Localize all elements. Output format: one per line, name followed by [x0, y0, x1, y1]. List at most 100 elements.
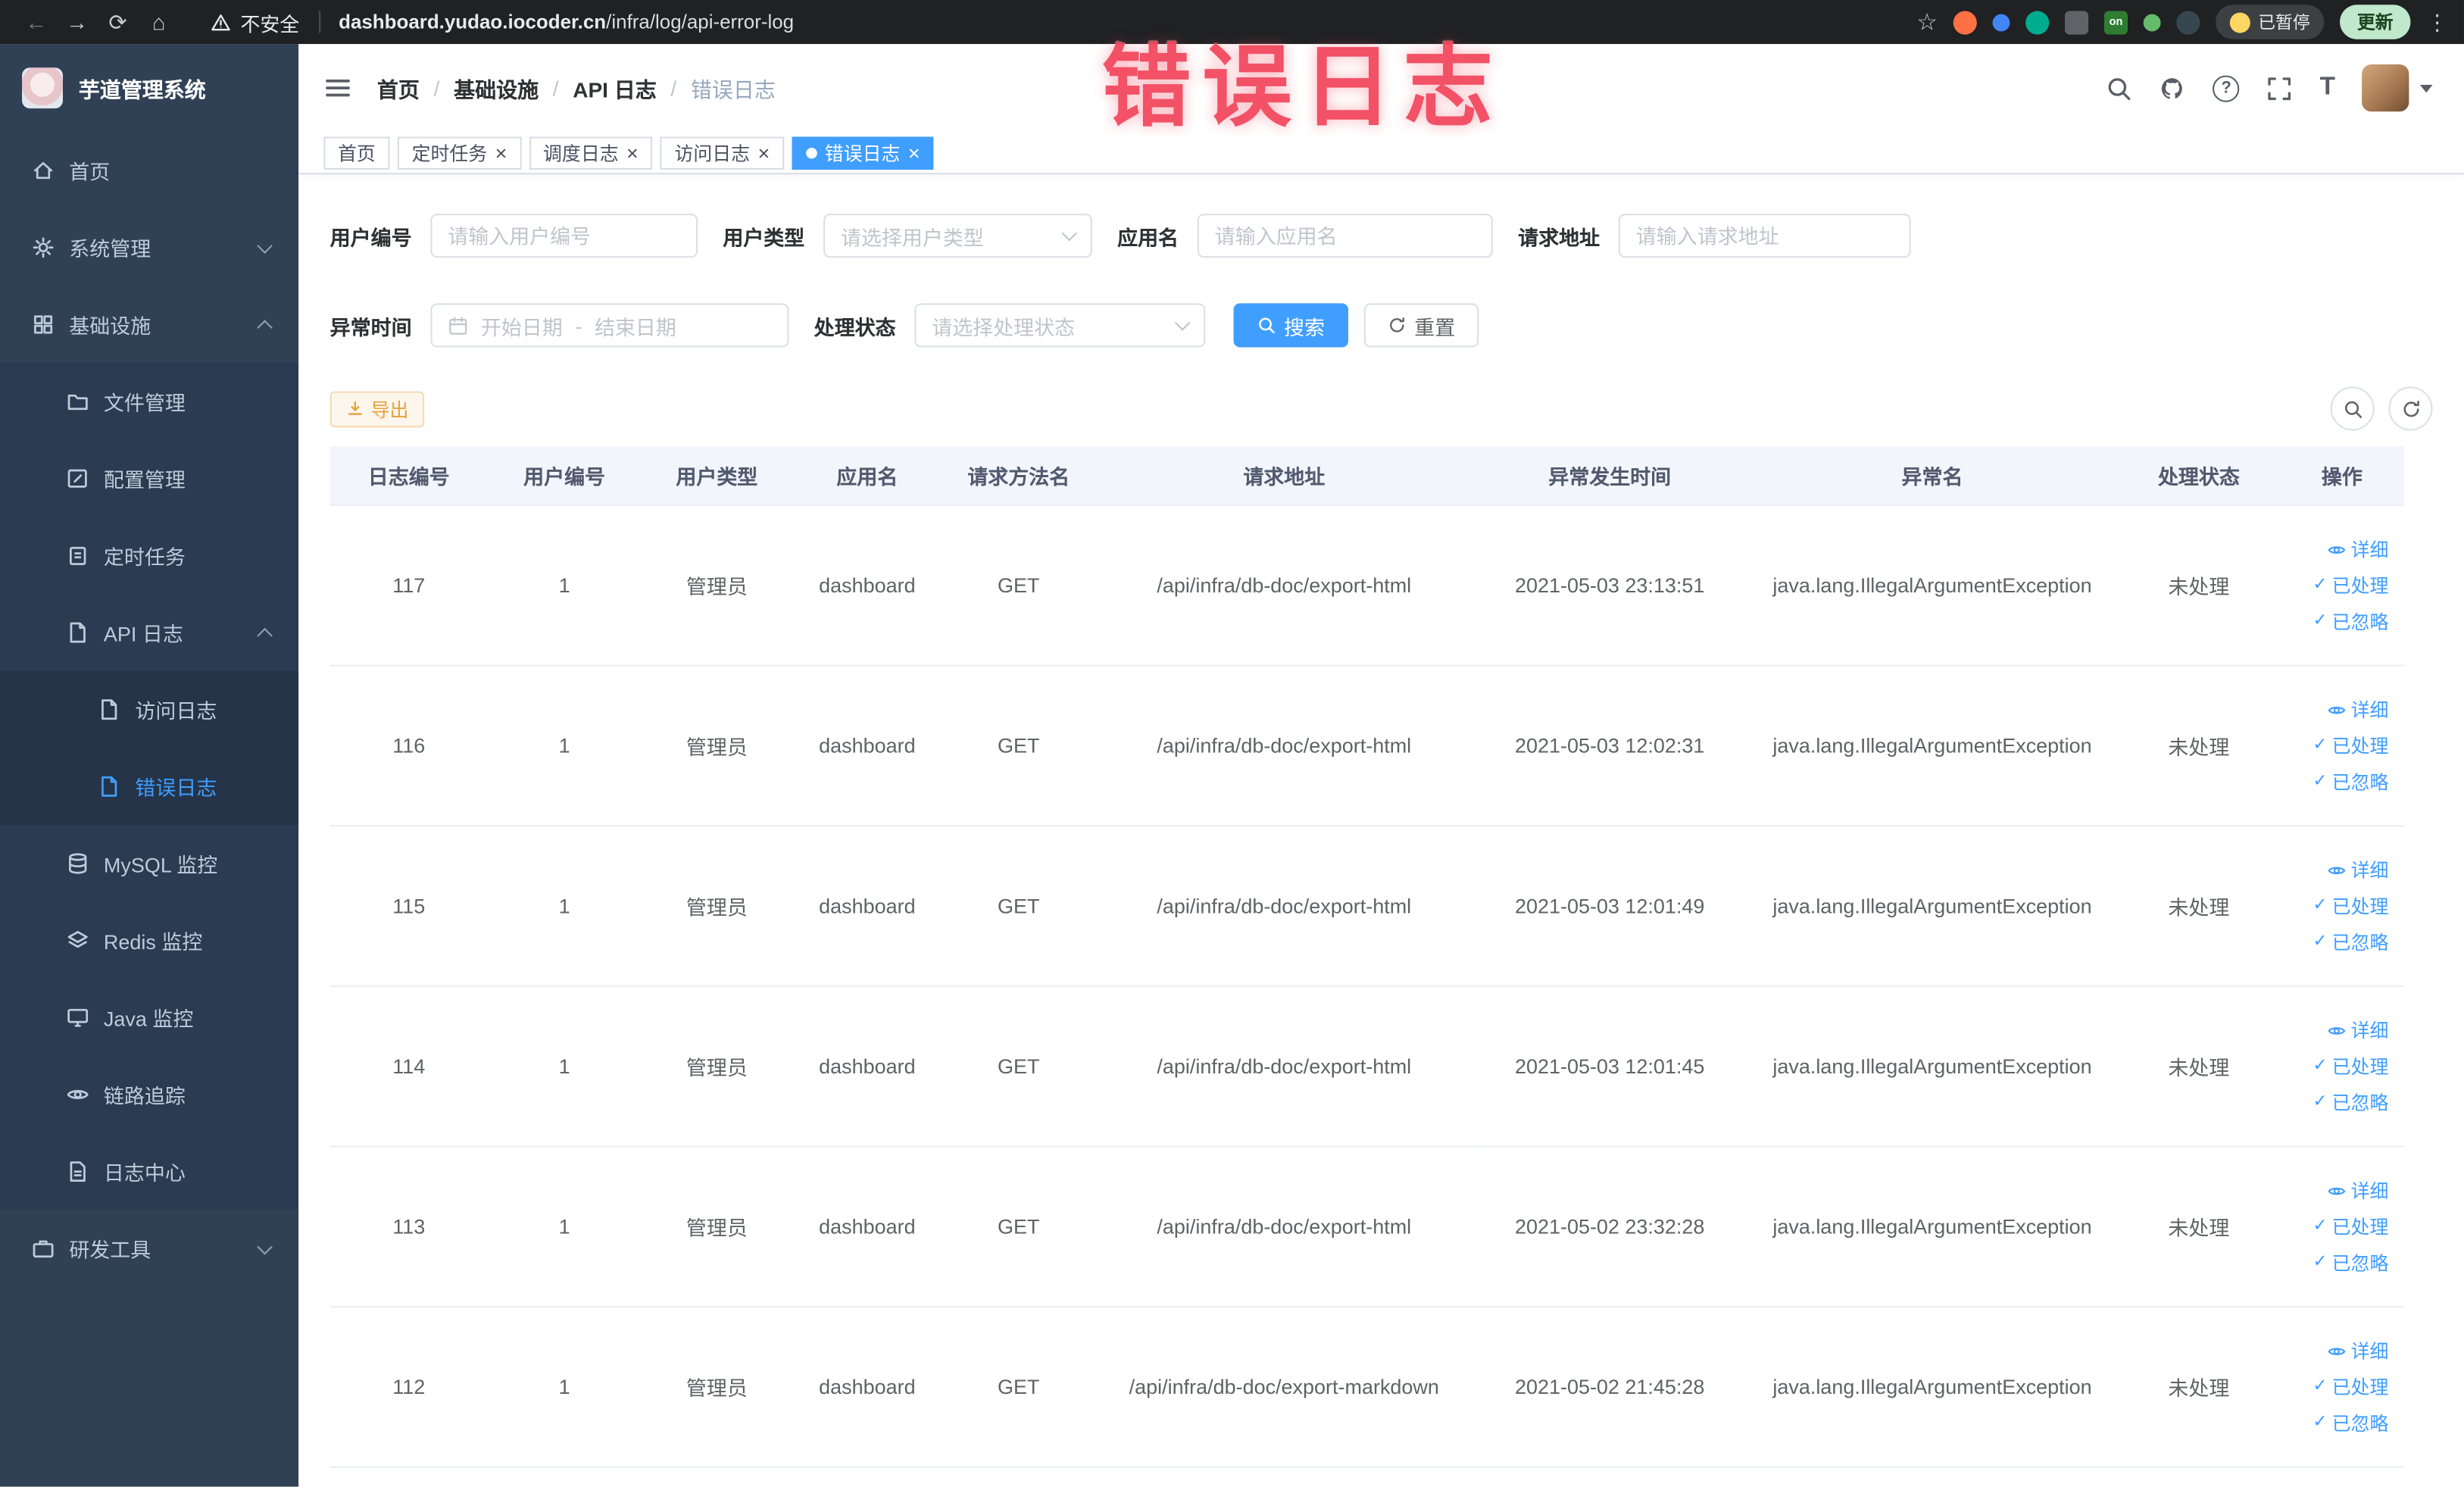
check-icon: ✓ — [2313, 611, 2328, 630]
extension-icon-1[interactable] — [1953, 10, 1977, 34]
mark-ignored-link[interactable]: ✓ 已忽略 — [2313, 768, 2388, 795]
sidebar-item-api-log[interactable]: API 日志 — [0, 594, 299, 671]
browser-back-icon[interactable]: ← — [16, 9, 57, 34]
tab-error-log[interactable]: 错误日志 × — [792, 136, 935, 170]
close-icon[interactable]: × — [757, 142, 770, 163]
chevron-down-icon — [257, 1239, 273, 1255]
breadcrumb-api-log[interactable]: API 日志 — [573, 72, 657, 103]
mark-ignored-link[interactable]: ✓ 已忽略 — [2313, 1089, 2388, 1116]
extension-icon-3[interactable] — [2025, 10, 2050, 34]
detail-link[interactable]: 详细 — [2327, 1337, 2388, 1364]
status-select[interactable]: 请选择处理状态 — [914, 303, 1206, 348]
tab-access-log[interactable]: 访问日志 × — [660, 136, 784, 170]
browser-reload-icon[interactable]: ⟳ — [98, 8, 139, 35]
user-menu[interactable] — [2362, 64, 2433, 112]
avatar — [2362, 64, 2409, 112]
filter-row-2: 异常时间 开始日期 - 结束日期 处理状态 请选择处理状态 搜索 重置 — [330, 303, 2433, 348]
app-frame: 芋道管理系统 首页 系统管理 基础设施 文件管理 配置管理 定时任务 API 日… — [0, 44, 2464, 1487]
browser-menu-icon[interactable]: ⋮ — [2426, 8, 2448, 35]
paused-badge[interactable]: 已暂停 — [2216, 5, 2325, 39]
sidebar-item-dev-tools[interactable]: 研发工具 — [0, 1210, 298, 1287]
edit-icon — [67, 469, 87, 488]
tab-dispatch-log[interactable]: 调度日志 × — [529, 136, 653, 170]
check-icon: ✓ — [2313, 1252, 2328, 1272]
tab-home[interactable]: 首页 — [323, 136, 390, 170]
mark-ignored-link[interactable]: ✓ 已忽略 — [2313, 1410, 2388, 1436]
mark-ignored-link[interactable]: ✓ 已忽略 — [2313, 929, 2388, 955]
request-url-input[interactable] — [1618, 214, 1911, 258]
extension-icon-4[interactable] — [2065, 10, 2089, 34]
tab-scheduled-jobs[interactable]: 定时任务 × — [397, 136, 521, 170]
check-icon: ✓ — [2313, 735, 2328, 754]
table-row: 112 1 管理员 dashboard GET /api/infra/db-do… — [329, 1307, 2405, 1468]
github-icon[interactable] — [2160, 75, 2186, 102]
extension-icon-6[interactable] — [2143, 13, 2161, 31]
sidebar-item-file-management[interactable]: 文件管理 — [0, 363, 299, 440]
sidebar-toggle[interactable] — [323, 74, 351, 102]
help-icon[interactable]: ? — [2213, 74, 2240, 102]
sidebar-item-config-management[interactable]: 配置管理 — [0, 439, 299, 517]
font-size-icon[interactable]: T — [2320, 75, 2335, 101]
user-id-input[interactable] — [430, 214, 698, 258]
exception-time-range-picker[interactable]: 开始日期 - 结束日期 — [430, 303, 789, 348]
sidebar-item-error-log[interactable]: 错误日志 — [0, 748, 299, 826]
mark-ignored-link[interactable]: ✓ 已忽略 — [2313, 1249, 2388, 1276]
detail-link[interactable]: 详细 — [2327, 1177, 2388, 1204]
layers-icon — [67, 931, 88, 948]
browser-home-icon[interactable]: ⌂ — [139, 9, 180, 34]
mark-processed-link[interactable]: ✓ 已处理 — [2313, 1053, 2388, 1079]
sidebar-item-trace[interactable]: 链路追踪 — [0, 1056, 299, 1133]
app-title: 芋道管理系统 — [78, 78, 206, 102]
col-time: 异常发生时间 — [1472, 446, 1747, 507]
mark-processed-link[interactable]: ✓ 已处理 — [2313, 1214, 2388, 1240]
toggle-search-button[interactable] — [2330, 386, 2375, 431]
sidebar-item-home[interactable]: 首页 — [0, 132, 298, 209]
reset-button[interactable]: 重置 — [1363, 303, 1479, 348]
browser-update-button[interactable]: 更新 — [2340, 5, 2411, 39]
sidebar-item-access-log[interactable]: 访问日志 — [0, 670, 299, 748]
detail-link[interactable]: 详细 — [2327, 857, 2388, 883]
user-id-label: 用户编号 — [329, 225, 412, 249]
mark-processed-link[interactable]: ✓ 已处理 — [2313, 1373, 2388, 1400]
close-icon[interactable]: × — [626, 142, 639, 163]
detail-link[interactable]: 详细 — [2327, 536, 2388, 562]
mark-processed-link[interactable]: ✓ 已处理 — [2313, 733, 2388, 759]
close-icon[interactable]: × — [495, 142, 507, 163]
sidebar-item-mysql-monitor[interactable]: MySQL 监控 — [0, 825, 299, 902]
app-name-input[interactable] — [1197, 214, 1493, 258]
mark-processed-link[interactable]: ✓ 已处理 — [2313, 892, 2388, 919]
search-icon — [2344, 400, 2362, 417]
user-type-select[interactable]: 请选择用户类型 — [823, 214, 1092, 258]
export-button[interactable]: 导出 — [329, 390, 425, 427]
breadcrumb-home[interactable]: 首页 — [377, 72, 420, 103]
sidebar-item-log-center[interactable]: 日志中心 — [0, 1132, 299, 1211]
bookmark-star-icon[interactable]: ☆ — [1916, 8, 1938, 36]
table-toolbar: 导出 — [329, 386, 2433, 431]
breadcrumb-infra[interactable]: 基础设施 — [454, 72, 539, 103]
extension-icon-5[interactable]: on — [2103, 10, 2128, 34]
close-icon[interactable]: × — [908, 142, 920, 163]
address-bar[interactable]: dashboard.yudao.iocoder.cn /infra/log/ap… — [318, 11, 794, 33]
sidebar-item-scheduled-jobs[interactable]: 定时任务 — [0, 517, 299, 595]
browser-forward-icon[interactable]: → — [57, 9, 98, 34]
extension-icon-7[interactable] — [2176, 10, 2200, 34]
sidebar-item-system[interactable]: 系统管理 — [0, 209, 298, 286]
eye-icon — [2328, 866, 2346, 874]
user-type-label: 用户类型 — [723, 225, 805, 249]
mark-processed-link[interactable]: ✓ 已处理 — [2313, 572, 2388, 598]
chevron-up-icon — [257, 319, 273, 335]
search-button[interactable]: 搜索 — [1233, 303, 1349, 348]
error-log-table: 日志编号 用户编号 用户类型 应用名 请求方法名 请求地址 异常发生时间 异常名… — [329, 446, 2405, 1468]
sidebar-item-java-monitor[interactable]: Java 监控 — [0, 979, 299, 1057]
briefcase-icon — [33, 1240, 54, 1258]
site-security-chip[interactable]: 不安全 — [211, 7, 299, 36]
search-icon[interactable] — [2106, 75, 2132, 102]
refresh-table-button[interactable] — [2388, 386, 2433, 431]
mark-ignored-link[interactable]: ✓ 已忽略 — [2313, 608, 2388, 635]
fullscreen-icon[interactable] — [2266, 75, 2293, 102]
extension-icon-2[interactable] — [1992, 13, 2010, 31]
detail-link[interactable]: 详细 — [2327, 1017, 2388, 1043]
sidebar-item-infra[interactable]: 基础设施 — [0, 286, 298, 364]
detail-link[interactable]: 详细 — [2327, 696, 2388, 723]
sidebar-item-redis-monitor[interactable]: Redis 监控 — [0, 901, 299, 979]
